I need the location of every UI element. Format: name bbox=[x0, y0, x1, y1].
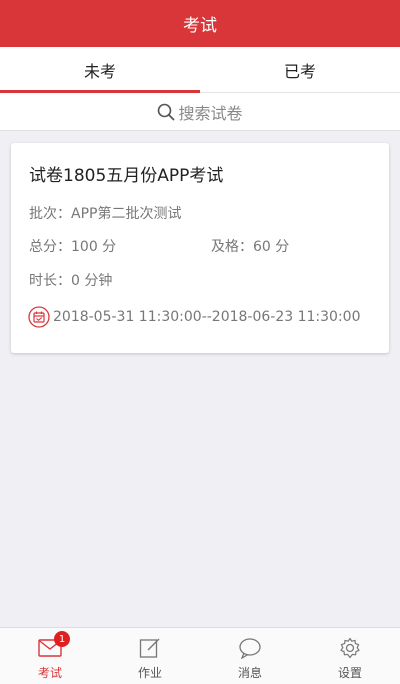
nav-label: 作业 bbox=[137, 666, 162, 680]
nav-item-exam[interactable]: 1 考试 bbox=[0, 628, 100, 684]
exam-date-range: 2018-05-31 11:30:00--2018-06-23 11:30:00 bbox=[53, 309, 361, 325]
edit-icon bbox=[139, 635, 161, 660]
search-label: 搜索试卷 bbox=[178, 103, 243, 123]
search-bar[interactable]: 搜索试卷 bbox=[0, 93, 400, 131]
gear-icon bbox=[339, 635, 361, 660]
tab-taken[interactable]: 已考 bbox=[200, 47, 400, 92]
nav-label: 消息 bbox=[237, 666, 262, 680]
message-icon bbox=[238, 635, 262, 660]
exam-batch: 批次：APP第二批次测试 bbox=[29, 206, 182, 222]
bottom-nav: 1 考试 作业 消息 设置 bbox=[0, 627, 400, 684]
search-icon bbox=[158, 103, 175, 120]
exam-date-row: 2018-05-31 11:30:00--2018-06-23 11:30:00 bbox=[28, 306, 360, 328]
exam-total-score: 总分：100 分 bbox=[29, 239, 117, 255]
page-title: 考试 bbox=[183, 16, 217, 36]
exam-title: 试卷1805五月份APP考试 bbox=[29, 166, 224, 186]
nav-label: 考试 bbox=[37, 666, 62, 680]
exam-duration: 时长：0 分钟 bbox=[29, 273, 113, 289]
nav-label: 设置 bbox=[337, 666, 362, 680]
nav-item-messages[interactable]: 消息 bbox=[200, 628, 300, 684]
calendar-icon bbox=[28, 306, 50, 328]
exam-pass-score: 及格：60 分 bbox=[211, 239, 290, 255]
nav-item-settings[interactable]: 设置 bbox=[300, 628, 400, 684]
notification-badge: 1 bbox=[54, 631, 70, 647]
nav-item-homework[interactable]: 作业 bbox=[100, 628, 200, 684]
exam-card[interactable]: 试卷1805五月份APP考试 批次：APP第二批次测试 总分：100 分 及格：… bbox=[11, 143, 389, 353]
tab-bar: 未考 已考 bbox=[0, 47, 400, 93]
app-header: 考试 bbox=[0, 0, 400, 47]
tab-not-taken[interactable]: 未考 bbox=[0, 47, 200, 93]
tab-label: 未考 bbox=[83, 61, 116, 81]
tab-label: 已考 bbox=[283, 61, 316, 81]
